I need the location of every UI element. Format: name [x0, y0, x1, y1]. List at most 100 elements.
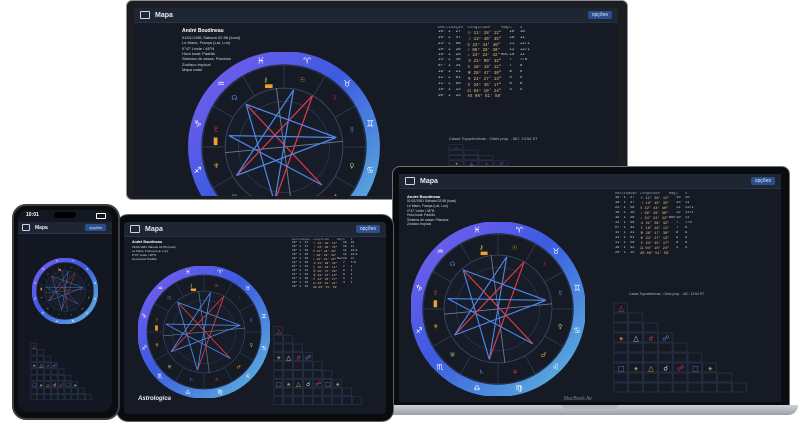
natal-chart-wheel[interactable]: ♈☉♉☽♊☿♋♀♌♂♍♃♎♄♏♅♐♆♑♇♒☊♓⚷: [186, 52, 382, 196]
aspect-symbol: ⚹: [277, 354, 281, 361]
table-cell: [669, 251, 676, 256]
planet-glyph: ♆: [155, 343, 159, 349]
aspect-cell: [628, 352, 643, 363]
aspect-symbol: △: [33, 345, 37, 350]
zodiac-sign-glyph: ♊: [261, 313, 266, 320]
map-icon: [130, 225, 140, 233]
house-cusp-line: [334, 105, 356, 118]
planet-glyph: ♅: [450, 352, 455, 359]
aspect-cell: [322, 387, 333, 397]
aspect-symbol: ☍: [52, 363, 57, 369]
aspect-symbol: △: [276, 328, 281, 335]
table-cell: 20° 1 ˈ25: [438, 94, 461, 98]
aspect-cell: [672, 352, 688, 363]
table-cell: [343, 285, 351, 289]
brand-watermark: Astrologica: [138, 396, 171, 402]
aspect-cell: [85, 394, 92, 401]
aspect-cell: [293, 396, 303, 405]
aspect-symbol: □: [618, 365, 625, 373]
house-cusp-line: [50, 266, 55, 274]
options-button[interactable]: opções: [85, 224, 106, 231]
planet-glyph: ⚷: [263, 76, 268, 84]
aspect-symbol: ☍: [315, 381, 321, 388]
aspect-symbol: ☌: [53, 382, 56, 388]
aspect-symbol: ⚹: [287, 381, 291, 388]
zodiac-sign-glyph: ♈: [72, 259, 75, 263]
aspect-cell: [293, 387, 303, 397]
aspect-cell: [44, 368, 51, 375]
aspect-cell: [30, 355, 37, 362]
aspect-symbol: △: [619, 305, 625, 313]
aspect-cell: [658, 352, 673, 363]
aspect-symbol: ⚹: [634, 365, 639, 373]
app-header: Mapa opções: [399, 174, 781, 189]
aspect-cell: [57, 394, 65, 401]
aspect-cell: [303, 370, 313, 379]
house-cusp-line: [239, 352, 254, 361]
house-cusp-line: [82, 301, 90, 306]
natal-chart-wheel[interactable]: ♈☉♉☽♊☿♋♀♌♂♍♃♎♄♏♅♐♆♑♇♒☊♓⚷: [138, 266, 270, 398]
natal-chart-wheel[interactable]: ♈☉♉☽♊☿♋♀♌♂♍♃♎♄♏♅♐♆♑♇♒☊♓⚷: [32, 258, 98, 324]
aspect-cell: [51, 374, 58, 381]
table-cell: [351, 285, 360, 289]
aspect-cell: [273, 387, 283, 397]
planet-glyph: ♂: [541, 352, 547, 359]
aspect-symbol: ⚹: [708, 365, 713, 373]
brand-text: Astrologica: [138, 396, 172, 402]
aspect-cell: [51, 368, 58, 375]
zodiac-sign-glyph: ♉: [343, 80, 351, 90]
tablet-screen: Mapa opções André Boudineau 01/01/1981 S…: [124, 222, 386, 414]
planet-table: Declinação Longitude Mag C S 16° 1 ˈ27 ☉ 11° 2…: [292, 238, 360, 289]
table-cell: [685, 251, 696, 256]
aspect-cell: [44, 355, 51, 362]
laptop: Mapa opções André Boudineau 01/01/1981 S…: [382, 166, 798, 421]
aspect-cell: [643, 352, 658, 363]
house-cusp-line: [75, 308, 80, 316]
aspect-cell: [687, 372, 703, 383]
zodiac-sign-glyph: ♌: [552, 362, 559, 371]
house-cusp-line: [50, 308, 55, 316]
aspect-cell: [283, 361, 293, 370]
planet-glyph: ☿: [558, 290, 562, 297]
dynamic-island: [54, 212, 76, 218]
aspect-cell: [643, 382, 658, 393]
aspect-cell: [463, 155, 479, 161]
aspect-cell: [30, 387, 37, 394]
house-cusp-line: [40, 276, 48, 281]
zodiac-sign-glyph: ♏: [437, 362, 445, 371]
aspect-cell: [613, 342, 628, 353]
aspect-symbol: ☌: [306, 381, 310, 388]
options-button[interactable]: opções: [355, 225, 380, 233]
aspect-cell: [448, 149, 464, 155]
planet-glyph: ☉: [215, 283, 219, 289]
options-button[interactable]: opções: [587, 11, 612, 19]
aspect-cell: [51, 394, 58, 401]
planet-glyph: ☿: [88, 284, 90, 287]
aspect-cell: [273, 361, 283, 370]
aspect-cell: [672, 342, 688, 353]
planet-glyph: ♂: [81, 307, 83, 310]
table-cell: 20° 1 ˈ25: [292, 285, 309, 288]
planet-glyph: ⚷: [479, 244, 483, 251]
options-button[interactable]: opções: [750, 177, 775, 185]
aspect-symbol: ⚹: [74, 383, 77, 388]
laptop-model-label: MacBook Air: [564, 396, 593, 402]
zodiac-sign-glyph: ♑: [194, 120, 202, 130]
zodiac-sign-glyph: ♐: [34, 297, 37, 301]
aspect-cell: [613, 372, 628, 383]
aspect-cell: [322, 370, 333, 379]
table-cell: [676, 251, 685, 256]
zodiac-sign-glyph: ♌: [86, 311, 89, 315]
house-cusp-line: [432, 335, 452, 348]
house-cusp-line: [459, 243, 472, 263]
aspect-cell: [44, 374, 51, 381]
aspect-cell: [628, 312, 643, 323]
planet-glyph: ♀: [349, 162, 354, 170]
aspect-cell: [717, 372, 732, 383]
zodiac-sign-glyph: ♋: [366, 166, 374, 176]
zodiac-sign-glyph: ♍: [72, 319, 75, 323]
natal-chart-wheel[interactable]: ♈☉♉☽♊☿♋♀♌♂♍♃♎♄♏♅♐♆♑♇♒☊♓⚷: [411, 222, 585, 396]
aspect-cell: [342, 396, 352, 405]
house-cusp-line: [524, 243, 537, 263]
aspect-cell: [273, 370, 283, 379]
